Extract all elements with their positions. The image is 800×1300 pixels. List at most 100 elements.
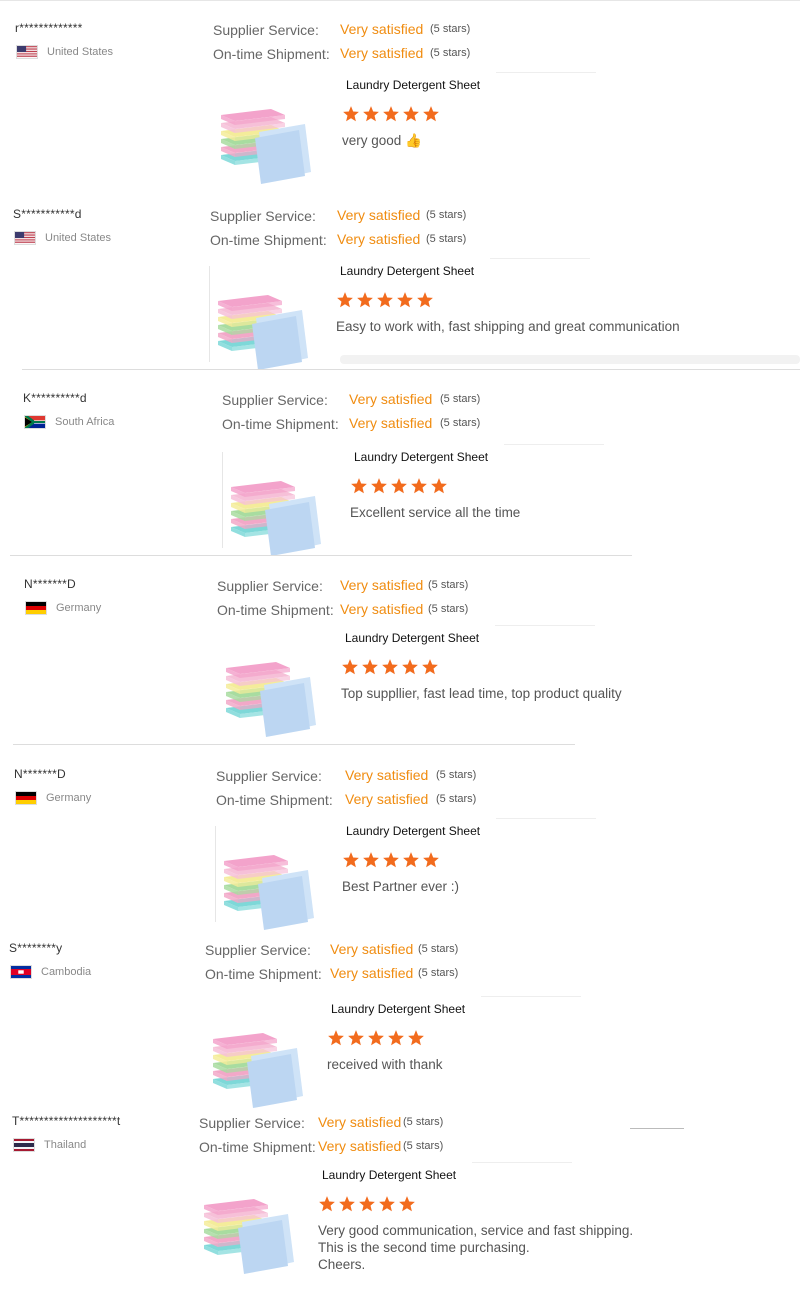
star-icon [342, 851, 360, 869]
rating-value: Very satisfied [337, 207, 421, 223]
country-name: Germany [56, 602, 102, 614]
review-comment: very good 👍 [342, 133, 422, 148]
product-thumbnail[interactable] [215, 94, 315, 189]
review-divider [0, 0, 800, 1]
reviewer-country: Thailand [13, 1138, 86, 1152]
product-name[interactable]: Laundry Detergent Sheet [346, 78, 480, 92]
rating-value: Very satisfied [340, 577, 424, 593]
separator-line [222, 452, 223, 548]
za-flag-icon [24, 415, 46, 429]
star-icon [401, 658, 419, 676]
star-rating [318, 1195, 416, 1213]
review-comment: Very good communication, service and fas… [318, 1223, 634, 1238]
product-name[interactable]: Laundry Detergent Sheet [340, 264, 474, 278]
star-icon [430, 477, 448, 495]
th-flag-icon [13, 1138, 35, 1152]
review-divider [10, 555, 632, 556]
reviewer-country: Cambodia [10, 965, 91, 979]
separator-line [490, 258, 590, 259]
product-thumbnail[interactable] [198, 1184, 298, 1279]
separator-line [215, 826, 216, 922]
reviewer-name: N*******D [14, 767, 66, 781]
product-thumbnail[interactable] [225, 466, 325, 561]
on-time-shipment-rating: On-time Shipment: Very satisfied (5 stars) [210, 231, 486, 249]
star-rating [342, 851, 440, 869]
rating-stars-count: (5 stars) [440, 393, 481, 405]
review-divider [13, 744, 575, 745]
supplier-service-rating: Supplier Service: Very satisfied (5 stars) [199, 1114, 463, 1132]
separator-line [495, 625, 595, 626]
star-icon [422, 851, 440, 869]
supplier-service-label: Supplier Service: [217, 578, 323, 594]
product-thumbnail[interactable] [207, 1018, 307, 1113]
on-time-shipment-label: On-time Shipment: [222, 416, 339, 432]
rating-value: Very satisfied [340, 601, 424, 617]
on-time-shipment-rating: On-time Shipment: Very satisfied (5 stars) [199, 1138, 463, 1156]
on-time-shipment-label: On-time Shipment: [205, 966, 322, 982]
star-icon [361, 658, 379, 676]
reviewer-country: Germany [15, 791, 91, 805]
supplier-service-rating: Supplier Service: Very satisfied (5 stars) [210, 207, 486, 225]
rating-value: Very satisfied [340, 45, 424, 61]
rating-stars-count: (5 stars) [428, 579, 469, 591]
star-icon [362, 851, 380, 869]
star-icon [422, 105, 440, 123]
star-icon [402, 851, 420, 869]
on-time-shipment-rating: On-time Shipment: Very satisfied (5 stars) [222, 415, 500, 433]
separator-line [209, 266, 210, 362]
on-time-shipment-rating: On-time Shipment: Very satisfied (5 stars) [216, 791, 496, 809]
on-time-shipment-rating: On-time Shipment: Very satisfied (5 stars) [217, 601, 488, 619]
supplier-service-rating: Supplier Service: Very satisfied (5 stars) [216, 767, 496, 785]
kh-flag-icon [10, 965, 32, 979]
rating-value: Very satisfied [318, 1138, 402, 1154]
product-name[interactable]: Laundry Detergent Sheet [322, 1168, 456, 1182]
separator-line [504, 444, 604, 445]
star-icon [381, 658, 399, 676]
star-icon [367, 1029, 385, 1047]
star-icon [382, 851, 400, 869]
reviewer-country: South Africa [24, 415, 114, 429]
rating-value: Very satisfied [330, 965, 414, 981]
rating-value: Very satisfied [330, 941, 414, 957]
rating-stars-count: (5 stars) [426, 233, 467, 245]
rating-value: Very satisfied [318, 1114, 402, 1130]
review-divider [630, 1128, 684, 1129]
star-icon [358, 1195, 376, 1213]
on-time-shipment-label: On-time Shipment: [210, 232, 327, 248]
star-icon [327, 1029, 345, 1047]
product-thumbnail[interactable] [220, 647, 320, 742]
reviewer-country: United States [16, 45, 113, 59]
star-rating [336, 291, 434, 309]
review-comment: This is the second time purchasing. [318, 1240, 530, 1255]
supplier-service-rating: Supplier Service: Very satisfied (5 stars) [217, 577, 488, 595]
star-icon [362, 105, 380, 123]
reviewer-country: Germany [25, 601, 101, 615]
star-icon [387, 1029, 405, 1047]
separator-line [496, 818, 596, 819]
product-thumbnail[interactable] [218, 840, 318, 935]
star-icon [350, 477, 368, 495]
review-comment: Best Partner ever :) [342, 879, 460, 894]
country-name: South Africa [55, 416, 115, 428]
country-name: Thailand [44, 1139, 87, 1151]
review-comment: Cheers. [318, 1257, 366, 1272]
review-comment: Excellent service all the time [350, 505, 521, 520]
de-flag-icon [25, 601, 47, 615]
star-icon [421, 658, 439, 676]
star-rating [342, 105, 440, 123]
rating-stars-count: (5 stars) [403, 1140, 444, 1152]
star-icon [398, 1195, 416, 1213]
product-name[interactable]: Laundry Detergent Sheet [354, 450, 488, 464]
product-thumbnail[interactable] [212, 280, 312, 375]
review-divider [22, 369, 800, 370]
product-name[interactable]: Laundry Detergent Sheet [346, 824, 480, 838]
us-flag-icon [14, 231, 36, 245]
rating-stars-count: (5 stars) [436, 793, 477, 805]
on-time-shipment-label: On-time Shipment: [199, 1139, 316, 1155]
star-icon [336, 291, 354, 309]
supplier-service-label: Supplier Service: [210, 208, 316, 224]
product-name[interactable]: Laundry Detergent Sheet [345, 631, 479, 645]
on-time-shipment-rating: On-time Shipment: Very satisfied (5 stars) [213, 45, 490, 63]
supplier-service-rating: Supplier Service: Very satisfied (5 stars) [222, 391, 500, 409]
product-name[interactable]: Laundry Detergent Sheet [331, 1002, 465, 1016]
